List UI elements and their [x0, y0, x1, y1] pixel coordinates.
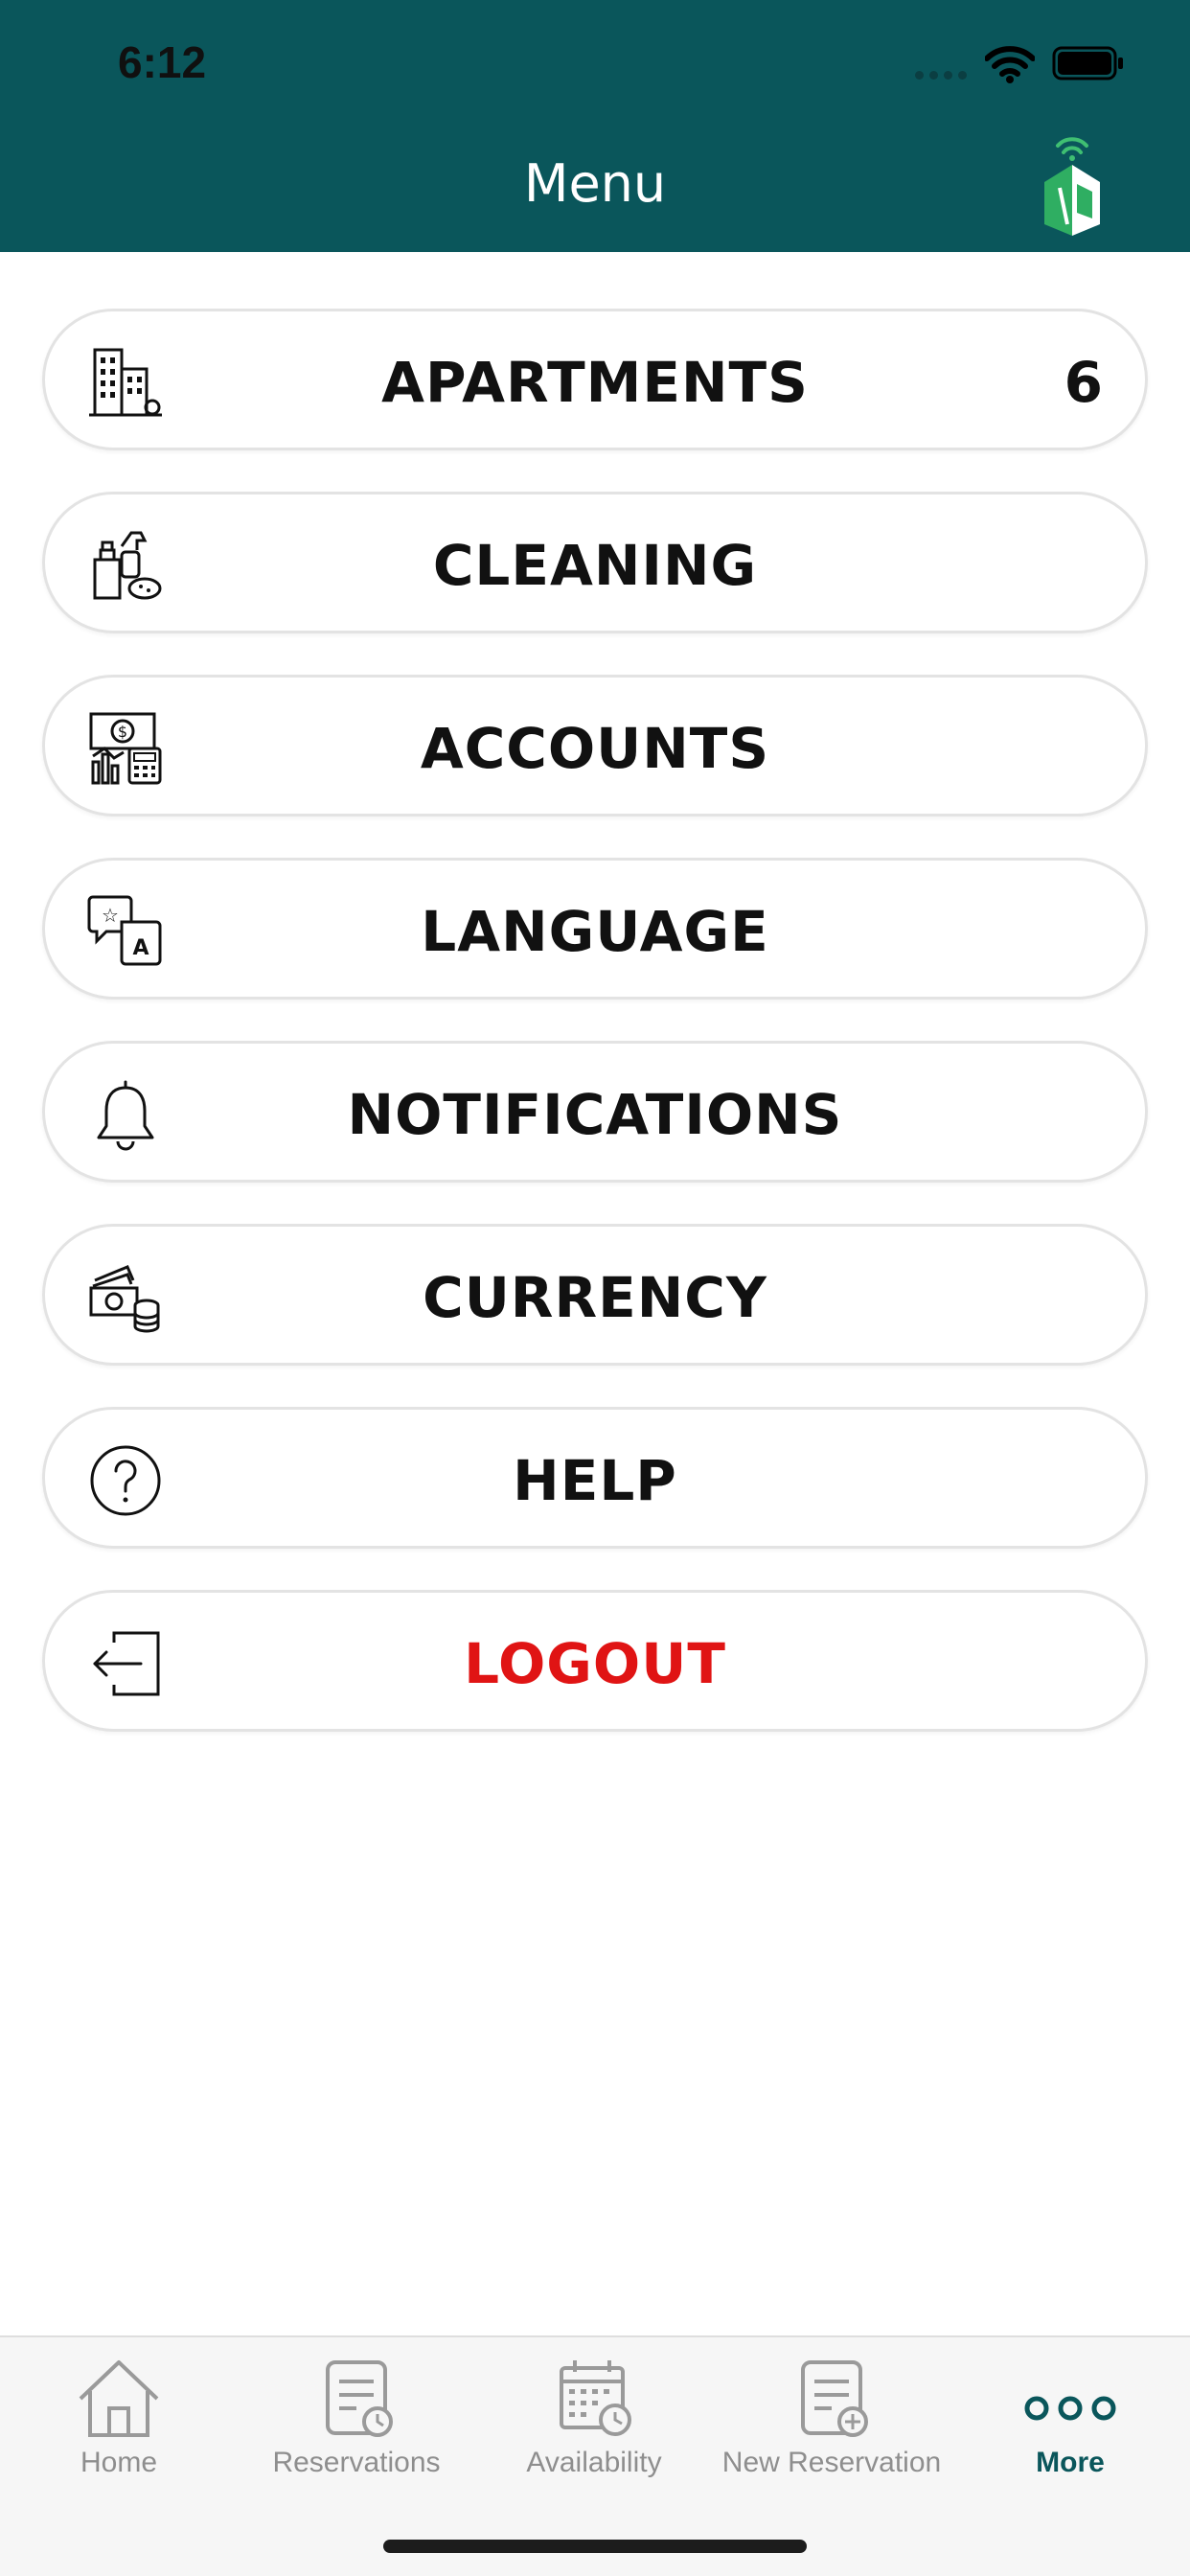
menu-list: APARTMENTS 6 CLEANING $ ACCOUNTS ☆ A LAN… [42, 309, 1148, 1773]
menu-item-cleaning[interactable]: CLEANING [42, 492, 1148, 633]
menu-item-language[interactable]: ☆ A LANGUAGE [42, 858, 1148, 1000]
reservations-icon [326, 2360, 393, 2437]
menu-item-help[interactable]: HELP [42, 1407, 1148, 1549]
tab-more[interactable]: More [950, 2357, 1190, 2479]
menu-item-logout[interactable]: LOGOUT [42, 1590, 1148, 1732]
battery-icon [1052, 46, 1123, 80]
menu-item-label: LANGUAGE [421, 899, 769, 964]
tab-new-reservation[interactable]: New Reservation [713, 2357, 950, 2479]
tab-label: Availability [526, 2447, 662, 2478]
page-title: Menu [523, 153, 667, 214]
menu-item-label: NOTIFICATIONS [347, 1082, 843, 1147]
home-indicator [383, 2540, 807, 2553]
menu-item-currency[interactable]: CURRENCY [42, 1224, 1148, 1366]
tab-reservations[interactable]: Reservations [238, 2357, 475, 2479]
status-time: 6:12 [118, 37, 207, 87]
menu-item-accounts[interactable]: $ ACCOUNTS [42, 675, 1148, 816]
menu-item-label: CLEANING [432, 533, 758, 598]
menu-item-label: ACCOUNTS [420, 716, 770, 781]
more-dots-icon [1024, 2396, 1116, 2421]
new-reservation-icon [801, 2360, 868, 2437]
app-logo-icon [1044, 137, 1100, 236]
tab-label: More [1036, 2447, 1105, 2478]
menu-item-label: APARTMENTS [381, 350, 809, 415]
app-header: 6:12 Menu [0, 0, 1190, 252]
wifi-icon [985, 46, 1035, 83]
menu-item-apartments[interactable]: APARTMENTS 6 [42, 309, 1148, 450]
tab-label: Reservations [272, 2447, 441, 2478]
cellular-signal-icon [915, 71, 967, 80]
tab-label: New Reservation [721, 2447, 942, 2478]
home-icon [79, 2360, 159, 2437]
menu-item-label: LOGOUT [464, 1631, 726, 1696]
tab-label: Home [80, 2447, 158, 2478]
tab-availability[interactable]: Availability [475, 2357, 713, 2479]
menu-item-label: HELP [513, 1448, 677, 1513]
tab-home[interactable]: Home [0, 2357, 238, 2479]
apartments-count: 6 [1064, 350, 1103, 415]
menu-item-label: CURRENCY [423, 1265, 767, 1330]
calendar-clock-icon [560, 2360, 631, 2436]
menu-item-notifications[interactable]: NOTIFICATIONS [42, 1041, 1148, 1183]
